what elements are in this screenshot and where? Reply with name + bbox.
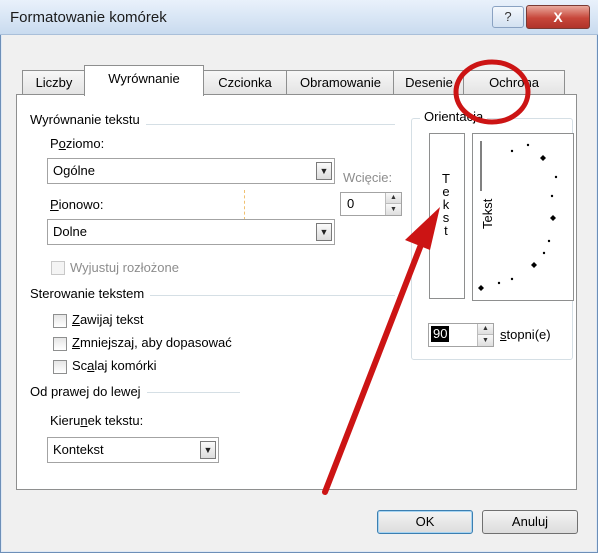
annotation-arrow-head — [405, 207, 440, 250]
tab-wyrownanie[interactable]: Wyrównanie — [84, 65, 204, 96]
highlight-circle — [453, 59, 531, 125]
annotation-arrow-shaft — [322, 234, 427, 495]
